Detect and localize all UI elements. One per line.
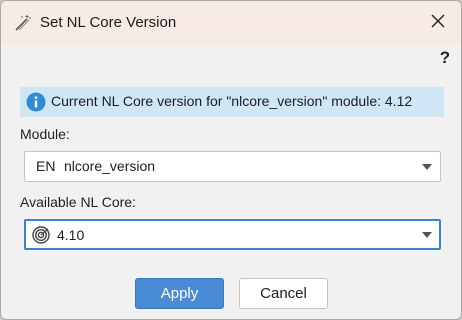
magic-wand-icon — [13, 13, 33, 33]
dialog-title: Set NL Core Version — [40, 14, 177, 31]
set-nl-core-version-dialog: Set NL Core Version ? Current NL Core ve… — [0, 0, 462, 320]
close-icon — [431, 14, 445, 33]
cancel-button[interactable]: Cancel — [239, 278, 328, 309]
help-button[interactable]: ? — [437, 47, 453, 69]
nl-core-select[interactable]: 4.10 — [24, 219, 441, 250]
module-select[interactable]: EN nlcore_version — [24, 151, 441, 182]
module-value: nlcore_version — [64, 158, 156, 174]
close-button[interactable] — [423, 8, 453, 38]
nl-core-value: 4.10 — [57, 227, 85, 243]
apply-button[interactable]: Apply — [135, 278, 224, 309]
nl-core-icon — [32, 226, 50, 244]
info-banner: Current NL Core version for "nlcore_vers… — [20, 87, 444, 117]
info-message: Current NL Core version for "nlcore_vers… — [51, 93, 413, 109]
chevron-down-icon — [422, 232, 432, 238]
language-tag: EN — [36, 158, 56, 174]
available-core-label: Available NL Core: — [20, 194, 136, 210]
chevron-down-icon — [422, 164, 432, 170]
info-icon — [26, 92, 46, 112]
title-bar: Set NL Core Version — [1, 1, 461, 45]
module-label: Module: — [20, 126, 70, 142]
